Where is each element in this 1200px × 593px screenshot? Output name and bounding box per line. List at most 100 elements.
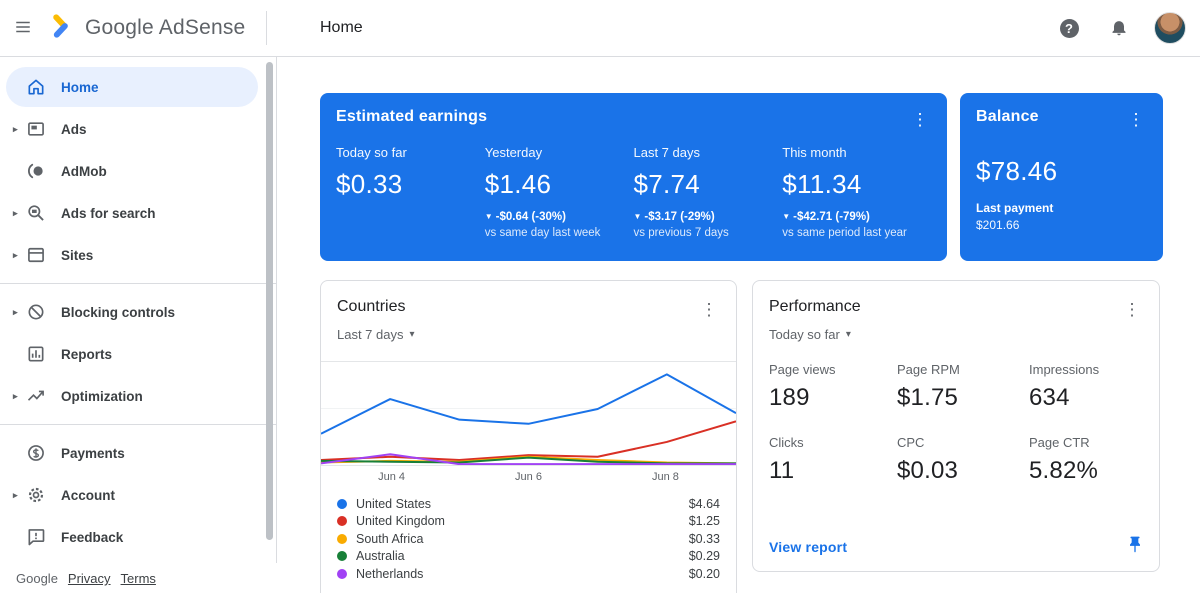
sidebar-item-ads-for-search[interactable]: ▸ Ads for search — [6, 193, 258, 233]
delta-value: -$0.64 (-30%) — [496, 211, 566, 223]
countries-legend: United States $4.64 United Kingdom $1.25… — [321, 488, 736, 583]
stat-value: $1.75 — [897, 384, 1029, 412]
down-arrow-icon: ▼ — [634, 212, 642, 221]
countries-chart-svg — [321, 362, 736, 465]
blocking-controls-icon — [26, 302, 46, 322]
topbar-divider — [266, 11, 267, 45]
delta-compare: vs same day last week — [485, 227, 634, 239]
sidebar-divider — [0, 283, 276, 284]
optimization-icon — [26, 386, 46, 406]
legend-dot — [337, 516, 347, 526]
terms-link[interactable]: Terms — [121, 571, 156, 586]
legend-row: South Africa $0.33 — [337, 530, 720, 548]
view-report-link[interactable]: View report — [769, 539, 847, 555]
expand-arrow-icon[interactable]: ▸ — [6, 307, 26, 318]
notifications-button[interactable] — [1096, 5, 1142, 51]
expand-arrow-icon[interactable]: ▸ — [6, 124, 26, 135]
earnings-overflow-button[interactable]: ⋮ — [909, 108, 931, 130]
pin-button[interactable] — [1125, 535, 1145, 558]
expand-arrow-icon[interactable]: ▸ — [6, 391, 26, 402]
countries-overflow-button[interactable]: ⋮ — [698, 298, 720, 320]
x-axis-tick: Jun 8 — [652, 471, 679, 483]
delta-compare: vs previous 7 days — [634, 227, 783, 239]
adsense-logo-icon — [48, 12, 76, 45]
balance-overflow-button[interactable]: ⋮ — [1125, 108, 1147, 130]
stat-value: $0.33 — [336, 169, 485, 200]
legend-dot — [337, 534, 347, 544]
home-icon — [26, 77, 46, 97]
kebab-icon: ⋮ — [701, 301, 718, 318]
menu-button[interactable] — [0, 5, 46, 51]
stat-label: Page CTR — [1029, 435, 1143, 450]
sidebar-item-label: Ads for search — [61, 206, 156, 221]
sidebar-item-label: Feedback — [61, 530, 123, 545]
kebab-icon: ⋮ — [1124, 301, 1141, 318]
privacy-link[interactable]: Privacy — [68, 571, 111, 586]
stat-cpc: CPC $0.03 — [897, 435, 1029, 485]
stat-label: This month — [782, 145, 931, 160]
down-arrow-icon: ▼ — [782, 212, 790, 221]
ads-icon — [26, 119, 46, 139]
main-content: Estimated earnings ⋮ Today so far $0.33 … — [277, 57, 1200, 593]
earnings-col-today: Today so far $0.33 — [336, 145, 485, 239]
estimated-earnings-title: Estimated earnings — [336, 108, 487, 126]
sidebar-item-optimization[interactable]: ▸ Optimization — [6, 376, 258, 416]
stat-label: Today so far — [336, 145, 485, 160]
legend-amount: $0.29 — [689, 549, 720, 563]
range-label: Today so far — [769, 327, 840, 342]
range-label: Last 7 days — [337, 327, 404, 342]
page-title: Home — [320, 19, 363, 37]
last-payment-label: Last payment — [976, 201, 1147, 215]
expand-arrow-icon[interactable]: ▸ — [6, 250, 26, 261]
admob-icon — [26, 161, 46, 181]
sidebar-item-admob[interactable]: AdMob — [6, 151, 258, 191]
performance-range-dropdown[interactable]: Today so far ▾ — [769, 327, 851, 342]
estimated-earnings-card: Estimated earnings ⋮ Today so far $0.33 … — [320, 93, 947, 261]
stat-value: $0.03 — [897, 457, 1029, 485]
footer: GooglePrivacyTerms — [0, 563, 277, 593]
delta-value: -$3.17 (-29%) — [644, 211, 714, 223]
sidebar-item-label: AdMob — [61, 164, 107, 179]
sidebar-item-feedback[interactable]: Feedback — [6, 517, 258, 557]
sidebar: Home ▸ Ads AdMob ▸ Ads for search — [0, 57, 277, 593]
adsense-logo[interactable]: Google AdSense — [48, 12, 245, 45]
stat-label: Yesterday — [485, 145, 634, 160]
feedback-icon — [26, 527, 46, 547]
sidebar-item-home[interactable]: Home — [6, 67, 258, 107]
legend-country: Australia — [356, 549, 405, 563]
sidebar-divider — [0, 424, 276, 425]
legend-amount: $0.20 — [689, 567, 720, 581]
stat-page-rpm: Page RPM $1.75 — [897, 362, 1029, 412]
help-icon: ? — [1060, 19, 1079, 38]
chart-x-axis: Jun 4 Jun 6 Jun 8 — [321, 466, 736, 488]
sidebar-item-ads[interactable]: ▸ Ads — [6, 109, 258, 149]
sidebar-item-sites[interactable]: ▸ Sites — [6, 235, 258, 275]
avatar[interactable] — [1154, 12, 1186, 44]
legend-country: Netherlands — [356, 567, 423, 581]
sidebar-item-payments[interactable]: Payments — [6, 433, 258, 473]
sidebar-item-blocking-controls[interactable]: ▸ Blocking controls — [6, 292, 258, 332]
x-axis-tick: Jun 6 — [515, 471, 542, 483]
legend-country: United Kingdom — [356, 514, 445, 528]
stat-value: $11.34 — [782, 169, 931, 200]
expand-arrow-icon[interactable]: ▸ — [6, 208, 26, 219]
pin-icon — [1125, 543, 1145, 558]
expand-arrow-icon[interactable]: ▸ — [6, 490, 26, 501]
legend-row: Netherlands $0.20 — [337, 565, 720, 583]
sidebar-item-reports[interactable]: Reports — [6, 334, 258, 374]
legend-amount: $4.64 — [689, 497, 720, 511]
sites-icon — [26, 245, 46, 265]
sidebar-item-account[interactable]: ▸ Account — [6, 475, 258, 515]
chevron-down-icon: ▾ — [410, 329, 415, 340]
bell-icon — [1109, 17, 1129, 40]
sidebar-item-label: Reports — [61, 347, 112, 362]
last-payment-value: $201.66 — [976, 218, 1147, 232]
help-button[interactable]: ? — [1046, 5, 1092, 51]
chevron-down-icon: ▾ — [846, 329, 851, 340]
countries-range-dropdown[interactable]: Last 7 days ▾ — [337, 327, 415, 342]
sidebar-scrollbar[interactable] — [266, 62, 273, 540]
performance-overflow-button[interactable]: ⋮ — [1121, 298, 1143, 320]
stat-value: 11 — [769, 457, 897, 485]
sidebar-item-label: Payments — [61, 446, 125, 461]
balance-amount: $78.46 — [976, 156, 1147, 187]
